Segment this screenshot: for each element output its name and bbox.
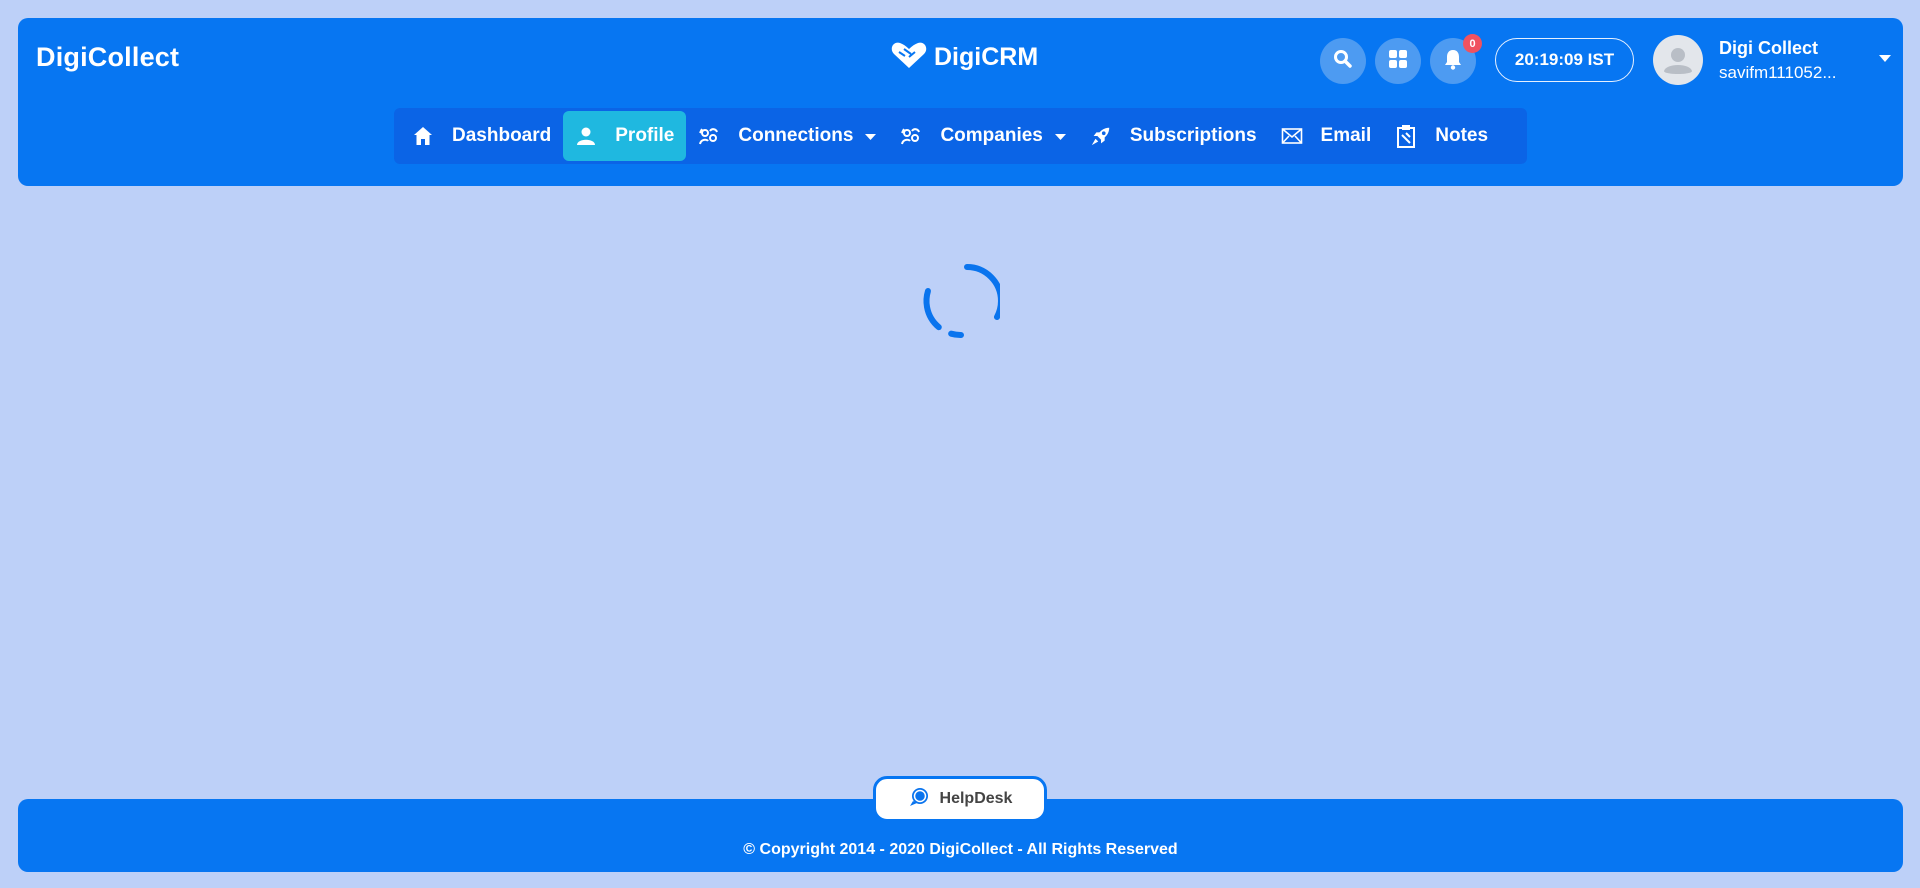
chevron-down-icon[interactable] — [1879, 50, 1891, 68]
nav-item-label: Email — [1320, 125, 1372, 146]
search-button[interactable] — [1320, 38, 1366, 84]
companies-icon — [900, 125, 922, 147]
top-header: DigiCollect DigiCRM 0 20:19:09 IST Digi … — [18, 18, 1903, 186]
nav-item-subscriptions[interactable]: Subscriptions — [1078, 111, 1269, 161]
helpdesk-label: HelpDesk — [939, 790, 1013, 807]
nav-item-label: Companies — [940, 125, 1043, 146]
nav-item-label: Subscriptions — [1129, 125, 1257, 146]
nav-item-label: Connections — [738, 125, 854, 146]
apps-grid-icon — [1388, 49, 1408, 74]
avatar[interactable] — [1653, 35, 1703, 85]
envelope-icon — [1281, 125, 1303, 147]
center-logo[interactable]: DigiCRM — [890, 40, 1038, 74]
nav-item-notes[interactable]: Notes — [1383, 111, 1500, 161]
nav-item-companies[interactable]: Companies — [888, 111, 1077, 161]
bell-icon — [1443, 48, 1463, 75]
chevron-down-icon — [1054, 125, 1066, 147]
connections-icon — [698, 125, 720, 147]
user-menu[interactable]: Digi Collect savifm111052... — [1653, 34, 1891, 86]
nav-item-connections[interactable]: Connections — [686, 111, 888, 161]
nav-item-profile[interactable]: Profile — [563, 111, 687, 161]
user-icon — [575, 125, 597, 147]
notification-count-badge: 0 — [1463, 34, 1482, 53]
copyright-text: © Copyright 2014 - 2020 DigiCollect - Al… — [743, 841, 1178, 858]
user-name: Digi Collect — [1719, 37, 1819, 58]
loading-spinner — [922, 262, 1004, 340]
notifications-button[interactable]: 0 — [1430, 34, 1482, 84]
center-logo-text: DigiCRM — [934, 42, 1039, 71]
nav-item-email[interactable]: Email — [1269, 111, 1384, 161]
chat-bubble-icon — [908, 786, 930, 813]
nav-item-dashboard[interactable]: Dashboard — [400, 111, 563, 161]
home-icon — [412, 125, 434, 147]
clipboard-icon — [1395, 125, 1417, 148]
chevron-down-icon — [865, 125, 877, 147]
apps-button[interactable] — [1375, 38, 1421, 84]
clock-display: 20:19:09 IST — [1495, 38, 1634, 82]
nav-item-label: Notes — [1435, 125, 1489, 146]
main-nav: Dashboard Profile Connections Companies — [394, 108, 1527, 164]
rocket-icon — [1090, 125, 1112, 147]
brand-logo[interactable]: DigiCollect — [36, 42, 179, 73]
nav-item-label: Profile — [615, 125, 675, 146]
user-email: savifm111052... — [1719, 62, 1837, 82]
search-icon — [1333, 49, 1353, 74]
helpdesk-button[interactable]: HelpDesk — [873, 776, 1047, 822]
handshake-heart-icon — [890, 40, 928, 75]
nav-item-label: Dashboard — [452, 125, 552, 146]
